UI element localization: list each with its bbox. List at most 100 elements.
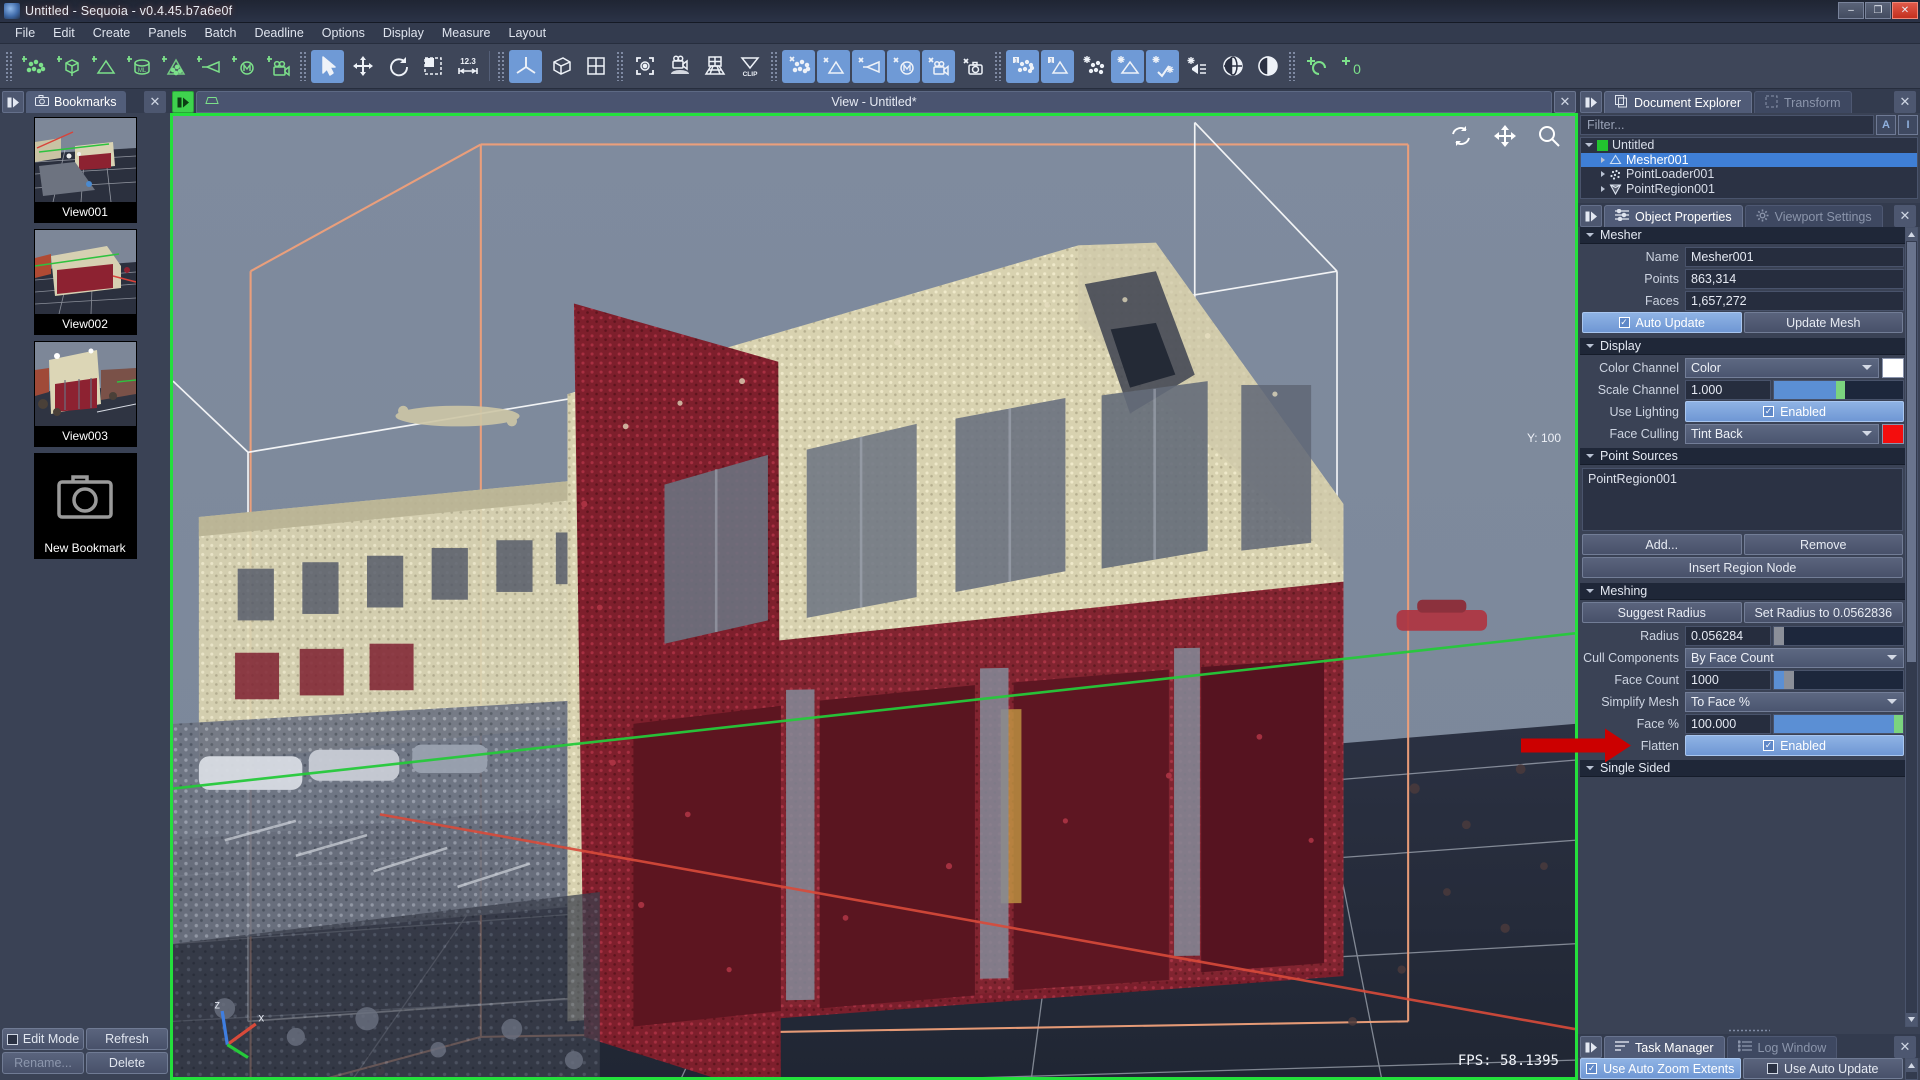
property-value-face-count[interactable]: 1000 (1685, 669, 1771, 690)
scroll-up-arrow[interactable] (1906, 228, 1917, 241)
property-value-scale-channel[interactable]: 1.000 (1685, 379, 1771, 400)
tab-viewport[interactable]: View - Untitled* (196, 91, 1552, 113)
add-button[interactable]: Add... (1582, 534, 1742, 555)
group-header-meshing[interactable]: Meshing (1580, 583, 1905, 600)
bookmark-view002[interactable]: View002 (33, 229, 137, 335)
viewport-gizmos[interactable] (1449, 124, 1561, 151)
use-auto-update-checkbox[interactable] (1766, 1063, 1778, 1074)
slider-handle[interactable] (1784, 670, 1795, 689)
toggle-flatten[interactable]: ✓ Enabled (1685, 735, 1904, 756)
add-point-loader-icon[interactable] (157, 50, 190, 83)
measure-tool-icon[interactable]: 12.3 (451, 50, 484, 83)
mesh-shading-icon[interactable] (1111, 49, 1144, 83)
minimize-button[interactable]: – (1838, 2, 1864, 19)
object-properties-pin-button[interactable] (1580, 205, 1602, 227)
tab-task-manager[interactable]: Task Manager (1604, 1036, 1725, 1058)
sphere-shading-icon[interactable] (1251, 50, 1284, 83)
tab-transform[interactable]: Transform (1754, 91, 1852, 113)
point-display-mode-icon[interactable]: 1 (1006, 49, 1039, 83)
tree-item-untitled[interactable]: Untitled (1581, 138, 1917, 153)
tab-object-properties[interactable]: Object Properties (1604, 205, 1743, 227)
scene-tree[interactable]: Untitled Mesher001 PointLoader001 PointRegi… (1580, 137, 1918, 199)
sparkle-display-icon[interactable] (1146, 49, 1179, 83)
menu-deadline[interactable]: Deadline (245, 24, 312, 42)
toolbar-grip-display-mode[interactable] (994, 51, 1002, 81)
slider-handle[interactable] (1774, 626, 1784, 645)
chevron-right-icon[interactable] (1601, 185, 1605, 192)
delete-button[interactable]: Delete (86, 1052, 168, 1074)
tree-item-mesher001[interactable]: Mesher001 (1581, 152, 1917, 167)
property-value-face[interactable]: 100.000 (1685, 713, 1771, 734)
zoom-icon[interactable] (1537, 124, 1561, 151)
grid-icon[interactable] (579, 50, 612, 83)
property-value-radius[interactable]: 0.056284 (1685, 625, 1771, 646)
menu-batch[interactable]: Batch (195, 24, 245, 42)
dropdown-color-channel[interactable]: Color (1685, 357, 1879, 378)
camera-view-icon[interactable] (663, 50, 696, 83)
toolbar-grip-view[interactable] (497, 51, 505, 81)
chevron-down-icon[interactable] (1585, 143, 1593, 148)
add-point-cloud-icon[interactable] (17, 50, 50, 83)
document-explorer-close-button[interactable]: ✕ (1894, 91, 1916, 113)
add-marker-icon[interactable] (1300, 50, 1333, 83)
dropdown-simplify-mesh[interactable]: To Face % (1685, 691, 1904, 712)
task-manager-close-button[interactable]: ✕ (1894, 1036, 1916, 1058)
menu-edit[interactable]: Edit (44, 24, 84, 42)
bookmark-new[interactable]: New Bookmark (33, 453, 137, 559)
chevron-down-icon[interactable] (1887, 655, 1897, 660)
maximize-button[interactable]: ❐ (1865, 2, 1891, 19)
bookmarks-close-button[interactable]: ✕ (144, 91, 166, 113)
scroll-down-arrow[interactable] (1906, 1013, 1917, 1026)
show-points-icon[interactable] (782, 49, 815, 83)
task-scroll-up-arrow[interactable] (1906, 1059, 1917, 1072)
add-magma-modifier-icon[interactable] (227, 50, 260, 83)
show-cameras-icon[interactable] (922, 49, 955, 83)
toolbar-grip-focus[interactable] (616, 51, 624, 81)
menu-file[interactable]: File (6, 24, 44, 42)
chevron-down-icon[interactable] (1586, 766, 1594, 770)
move-tool-icon[interactable] (346, 50, 379, 83)
scrollbar-thumb[interactable] (1907, 242, 1916, 662)
show-point-loader-icon[interactable] (852, 49, 885, 83)
menu-options[interactable]: Options (313, 24, 374, 42)
add-mesher-icon[interactable] (87, 50, 120, 83)
menu-measure[interactable]: Measure (433, 24, 500, 42)
filter-alpha-button[interactable]: A (1876, 115, 1896, 135)
zoom-extents-icon[interactable] (628, 50, 661, 83)
bounding-box-icon[interactable] (544, 50, 577, 83)
flatten-checkbox[interactable]: ✓ (1763, 740, 1775, 751)
tab-viewport-settings[interactable]: Viewport Settings (1744, 205, 1883, 227)
property-value-points[interactable]: 863,314 (1685, 268, 1904, 289)
auto-update-checkbox[interactable]: ✓ (1618, 317, 1630, 328)
edit-mode-button[interactable]: Edit Mode (2, 1028, 84, 1050)
properties-scrollbar[interactable] (1905, 227, 1918, 1027)
rotate-tool-icon[interactable] (381, 50, 414, 83)
toolbar-grip-transform[interactable] (299, 51, 307, 81)
use-auto-zoom-extents-checkbox[interactable]: ✓ (1586, 1063, 1598, 1074)
show-magma-icon[interactable] (887, 49, 920, 83)
tab-document-explorer[interactable]: Document Explorer (1604, 91, 1752, 113)
slider-cap-handle[interactable] (1894, 714, 1903, 733)
filter-input[interactable]: Filter... (1580, 115, 1874, 135)
group-header-display[interactable]: Display (1580, 338, 1905, 355)
chevron-down-icon[interactable] (1862, 365, 1872, 370)
mesh-display-mode-icon[interactable]: 1 (1041, 49, 1074, 83)
task-manager-pin-button[interactable] (1580, 1036, 1602, 1058)
toolbar-grip-visibility[interactable] (770, 51, 778, 81)
group-header-single-sided[interactable]: Single Sided (1580, 760, 1905, 777)
use-auto-zoom-extents-button[interactable]: ✓ Use Auto Zoom Extents (1580, 1058, 1741, 1079)
close-button[interactable]: ✕ (1892, 2, 1918, 19)
refresh-button[interactable]: Refresh (86, 1028, 168, 1050)
set-radius-to-0-0562836-button[interactable]: Set Radius to 0.0562836 (1743, 602, 1903, 623)
slider-track[interactable] (1773, 713, 1904, 734)
document-explorer-pin-button[interactable] (1580, 91, 1602, 113)
toolbar-grip-markers[interactable] (1288, 51, 1296, 81)
menu-display[interactable]: Display (374, 24, 433, 42)
lighting-icon[interactable] (1181, 50, 1214, 83)
chevron-down-icon[interactable] (1887, 699, 1897, 704)
property-value-name[interactable]: Mesher001 (1685, 246, 1904, 267)
bookmark-view001[interactable]: View001 (33, 117, 137, 223)
color-swatch-color-channel[interactable] (1882, 357, 1904, 378)
add-point-region-icon[interactable] (52, 50, 85, 83)
update-mesh-button[interactable]: Update Mesh (1743, 312, 1903, 333)
